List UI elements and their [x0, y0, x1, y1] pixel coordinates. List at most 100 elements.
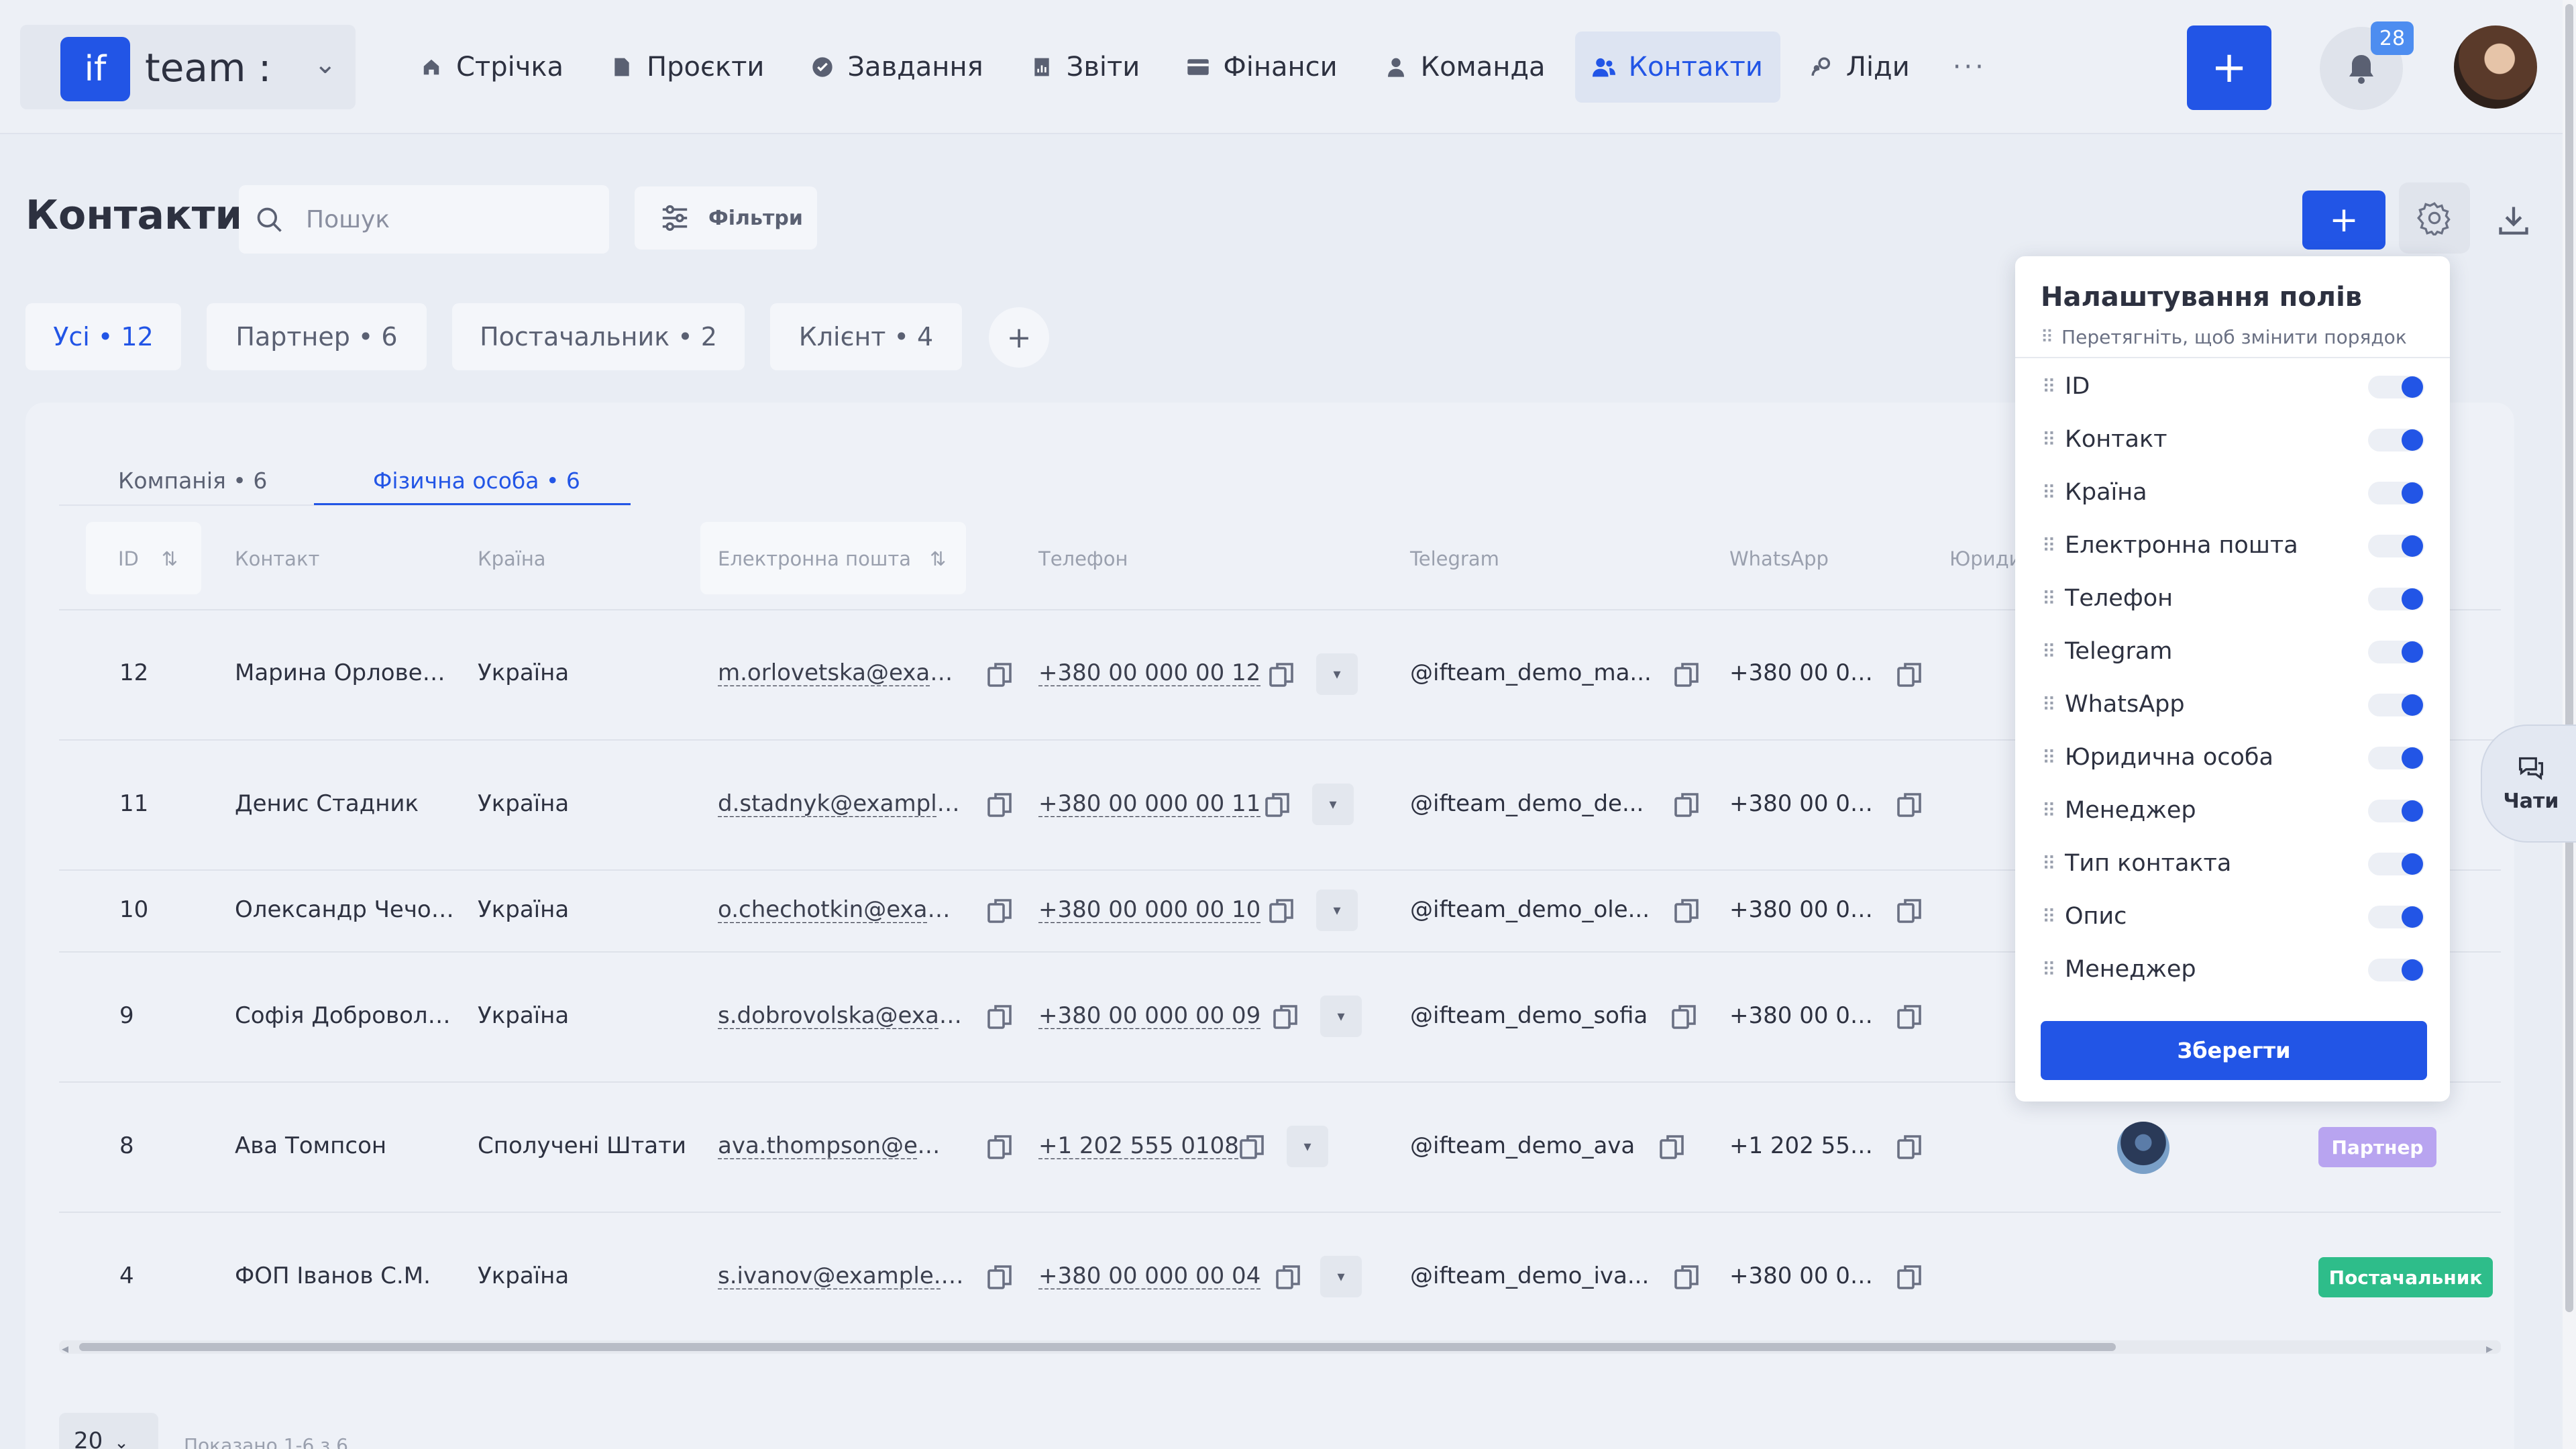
copy-icon[interactable]	[1272, 1261, 1304, 1293]
copy-icon[interactable]	[1670, 789, 1703, 821]
field-toggle[interactable]	[2368, 906, 2424, 928]
field-toggle[interactable]	[2368, 535, 2424, 557]
cell-contact[interactable]: Олександр Чечот...	[235, 896, 456, 923]
cell-whatsapp[interactable]: +380 00 00...	[1729, 896, 1877, 923]
field-setting-item[interactable]: ⠿ Менеджер	[2042, 790, 2424, 830]
nav-item-leads[interactable]: Ліди	[1792, 32, 1927, 103]
drag-handle-icon[interactable]: ⠿	[2042, 694, 2056, 716]
search-box[interactable]	[239, 185, 609, 254]
copy-icon[interactable]	[983, 1131, 1016, 1163]
nav-item-team[interactable]: Команда	[1367, 32, 1563, 103]
copy-icon[interactable]	[1893, 895, 1925, 927]
column-header-whatsapp[interactable]: WhatsApp	[1729, 547, 1829, 570]
cell-phone[interactable]: +380 00 000 00 12	[1038, 659, 1260, 686]
cell-contact[interactable]: Марина Орловець...	[235, 659, 456, 686]
nav-item-contacts[interactable]: Контакти	[1574, 32, 1780, 103]
drag-handle-icon[interactable]: ⠿	[2042, 641, 2056, 663]
nav-item-projects[interactable]: Проєкти	[593, 32, 782, 103]
column-header-phone[interactable]: Телефон	[1038, 547, 1128, 570]
search-input[interactable]	[306, 203, 588, 236]
cell-telegram[interactable]: @ifteam_demo_ava	[1410, 1132, 1652, 1159]
drag-handle-icon[interactable]: ⠿	[2042, 906, 2056, 928]
cell-phone[interactable]: +380 00 000 00 11	[1038, 790, 1260, 817]
copy-icon[interactable]	[983, 1261, 1016, 1293]
cell-email[interactable]: o.chechotkin@exam...	[718, 896, 966, 923]
phone-dropdown-button[interactable]: ▾	[1316, 890, 1358, 931]
phone-dropdown-button[interactable]: ▾	[1320, 996, 1362, 1037]
field-settings-button[interactable]	[2399, 182, 2470, 254]
cell-contact[interactable]: Ава Томпсон	[235, 1132, 456, 1159]
cell-contact[interactable]: Денис Стадник	[235, 790, 456, 817]
table-horizontal-scrollbar[interactable]	[59, 1340, 2501, 1354]
phone-dropdown-button[interactable]: ▾	[1287, 1126, 1328, 1167]
cell-email[interactable]: s.dobrovolska@exam...	[718, 1002, 966, 1029]
field-toggle[interactable]	[2368, 376, 2424, 398]
column-header-contact[interactable]: Контакт	[235, 547, 319, 570]
nav-item-finance[interactable]: Фінанси	[1169, 32, 1354, 103]
tab-company[interactable]: Компанія • 6	[118, 456, 267, 504]
phone-dropdown-button[interactable]: ▾	[1320, 1256, 1362, 1297]
copy-icon[interactable]	[983, 789, 1016, 821]
copy-icon[interactable]	[1261, 789, 1293, 821]
field-toggle[interactable]	[2368, 641, 2424, 663]
copy-icon[interactable]	[1668, 1001, 1700, 1033]
field-toggle[interactable]	[2368, 853, 2424, 875]
copy-icon[interactable]	[1670, 1261, 1703, 1293]
field-toggle[interactable]	[2368, 429, 2424, 451]
column-header-legal-entity[interactable]: Юриди	[1949, 547, 2021, 570]
cell-telegram[interactable]: @ifteam_demo_ma...	[1410, 659, 1652, 686]
add-segment-button[interactable]: +	[989, 307, 1049, 368]
cell-phone[interactable]: +1 202 555 0108	[1038, 1132, 1239, 1159]
field-setting-item[interactable]: ⠿ Опис	[2042, 896, 2424, 936]
workspace-switcher[interactable]: if team : ⌄	[20, 25, 356, 109]
field-setting-item[interactable]: ⠿ Країна	[2042, 472, 2424, 513]
field-setting-item[interactable]: ⠿ Telegram	[2042, 631, 2424, 672]
drag-handle-icon[interactable]: ⠿	[2042, 853, 2056, 875]
copy-icon[interactable]	[1656, 1131, 1688, 1163]
cell-phone[interactable]: +380 00 000 00 10	[1038, 896, 1260, 923]
more-icon[interactable]: ···	[1939, 52, 2000, 83]
copy-icon[interactable]	[1893, 789, 1925, 821]
column-header-id[interactable]: ID ⇅	[118, 547, 178, 570]
drag-handle-icon[interactable]: ⠿	[2042, 747, 2056, 769]
cell-email[interactable]: d.stadnyk@example....	[718, 790, 966, 817]
cell-telegram[interactable]: @ifteam_demo_iva...	[1410, 1263, 1652, 1289]
drag-handle-icon[interactable]: ⠿	[2042, 535, 2056, 557]
segment-supplier[interactable]: Постачальник • 2	[452, 303, 745, 370]
drag-handle-icon[interactable]: ⠿	[2042, 376, 2056, 398]
cell-telegram[interactable]: @ifteam_demo_de...	[1410, 790, 1652, 817]
field-setting-item[interactable]: ⠿ Електронна пошта	[2042, 525, 2424, 566]
cell-whatsapp[interactable]: +380 00 00...	[1729, 1263, 1877, 1289]
field-setting-item[interactable]: ⠿ WhatsApp	[2042, 684, 2424, 724]
cell-whatsapp[interactable]: +380 00 00...	[1729, 1002, 1877, 1029]
copy-icon[interactable]	[1893, 1001, 1925, 1033]
column-header-email[interactable]: Електронна пошта ⇅	[718, 547, 946, 570]
field-toggle[interactable]	[2368, 482, 2424, 504]
copy-icon[interactable]	[983, 1001, 1016, 1033]
per-page-select[interactable]: 20 ⌄	[59, 1413, 158, 1449]
cell-email[interactable]: s.ivanov@example.co...	[718, 1263, 966, 1289]
save-button[interactable]: Зберегти	[2041, 1021, 2427, 1080]
drag-handle-icon[interactable]: ⠿	[2042, 588, 2056, 610]
quick-create-button[interactable]: +	[2187, 25, 2271, 110]
field-setting-item[interactable]: ⠿ ID	[2042, 366, 2424, 407]
copy-icon[interactable]	[1265, 659, 1297, 691]
field-toggle[interactable]	[2368, 694, 2424, 716]
drag-handle-icon[interactable]: ⠿	[2042, 959, 2056, 981]
cell-telegram[interactable]: @ifteam_demo_sofia	[1410, 1002, 1652, 1029]
nav-item-reports[interactable]: Звіти	[1013, 32, 1158, 103]
segment-partner[interactable]: Партнер • 6	[207, 303, 427, 370]
cell-whatsapp[interactable]: +1 202 555 ...	[1729, 1132, 1877, 1159]
chats-button[interactable]: Чати	[2481, 724, 2576, 843]
copy-icon[interactable]	[1893, 1261, 1925, 1293]
field-toggle[interactable]	[2368, 800, 2424, 822]
cell-contact[interactable]: ФОП Іванов С.М.	[235, 1263, 456, 1289]
scroll-left-icon[interactable]: ◂	[62, 1340, 68, 1356]
copy-icon[interactable]	[1893, 659, 1925, 691]
field-toggle[interactable]	[2368, 959, 2424, 981]
phone-dropdown-button[interactable]: ▾	[1312, 784, 1354, 825]
field-setting-item[interactable]: ⠿ Тип контакта	[2042, 843, 2424, 883]
drag-handle-icon[interactable]: ⠿	[2042, 482, 2056, 504]
cell-whatsapp[interactable]: +380 00 00...	[1729, 659, 1877, 686]
field-setting-item[interactable]: ⠿ Телефон	[2042, 578, 2424, 619]
